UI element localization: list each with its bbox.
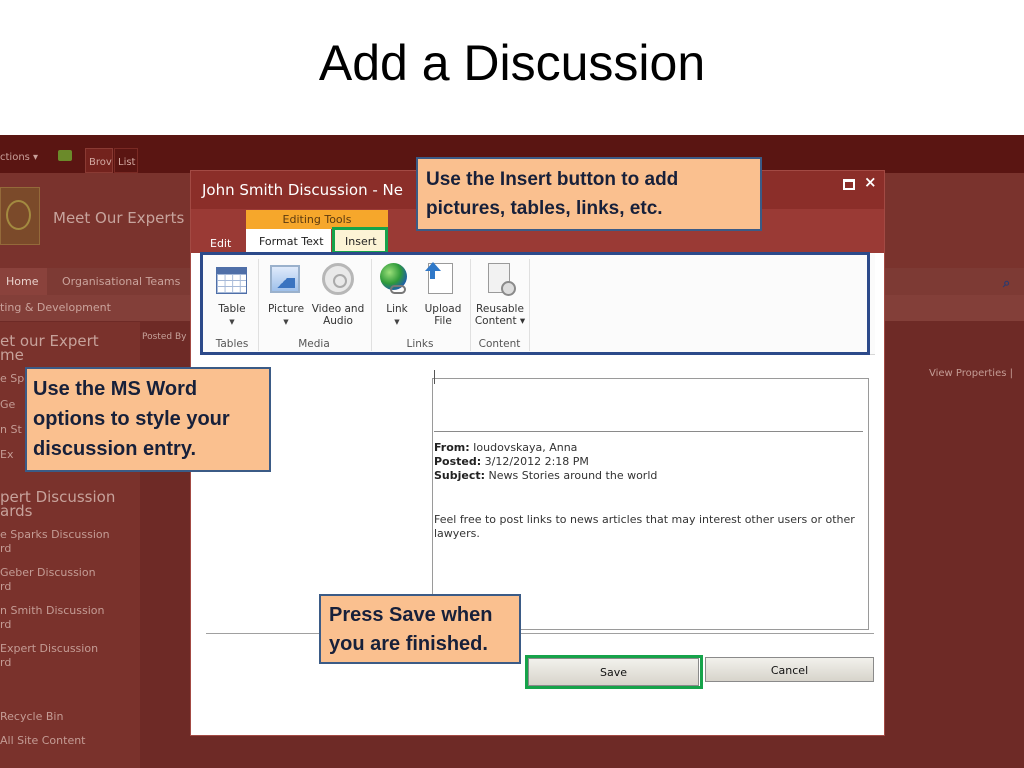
quote-divider [434,431,863,432]
subject-value: News Stories around the world [485,469,658,482]
posted-line: Posted: 3/12/2012 2:18 PM [434,455,589,468]
slide-title: Add a Discussion [318,35,706,91]
tab-format-text[interactable]: Format Text [246,229,331,253]
scales-icon [6,200,31,230]
subject-label: Subject: [434,469,486,482]
quick-launch-item[interactable]: Geber Discussion [0,566,96,579]
ribbon-highlight [200,252,870,355]
callout-insert: Use the Insert button to add pictures, t… [416,157,762,231]
insert-tab-highlight [332,227,388,254]
callout-word: Use the MS Word options to style your di… [25,367,271,472]
quick-launch-item[interactable]: All Site Content [0,734,86,747]
site-actions-menu[interactable]: ctions ▾ [0,152,38,163]
quick-launch-item[interactable]: Ex [0,448,13,461]
from-label: From: [434,441,470,454]
tab-browse[interactable]: Brov [85,148,113,173]
quick-launch-item[interactable]: Recycle Bin [0,710,63,723]
quick-launch-item[interactable]: e Sparks Discussion [0,528,110,541]
site-logo [0,187,40,245]
save-button-highlight [525,655,703,689]
posted-value: 3/12/2012 2:18 PM [481,455,589,468]
posted-label: Posted: [434,455,482,468]
callout-save-line-2: you are finished. [329,633,488,655]
folder-icon [58,150,72,161]
quick-launch-item[interactable]: me [0,346,24,364]
quick-launch-item[interactable]: n St [0,423,22,436]
tab-edit[interactable]: Edit [210,237,231,250]
site-name[interactable]: Meet Our Experts [53,209,184,227]
body-editor[interactable] [432,378,869,630]
nav-teams[interactable]: Organisational Teams [62,275,180,288]
new-item-dialog: John Smith Discussion - Ne × Editing Too… [190,170,885,736]
search-icon[interactable]: ⌕ [1003,276,1010,291]
dialog-divider [206,633,874,634]
quick-launch-item[interactable]: Ge [0,398,15,411]
from-line: From: Ioudovskaya, Anna [434,441,577,454]
callout-insert-line-1: Use the Insert button to add [426,169,679,190]
quick-launch-item[interactable]: ards [0,502,32,520]
maximize-icon[interactable] [843,179,855,190]
callout-save: Press Save when you are finished. [319,594,521,664]
quick-launch-item[interactable]: n Smith Discussion [0,604,105,617]
callout-save-line-1: Press Save when [329,604,493,626]
close-icon[interactable]: × [864,173,877,191]
nav-home[interactable]: Home [0,268,47,295]
callout-word-line-1: Use the MS Word [33,378,198,400]
callout-insert-line-2: pictures, tables, links, etc. [426,198,663,219]
quick-launch-item[interactable]: rd [0,580,11,593]
posted-by-header: Posted By [142,332,187,342]
from-value: Ioudovskaya, Anna [469,441,578,454]
quick-launch-item[interactable]: e Sp [0,372,24,385]
tab-list[interactable]: List [114,148,138,173]
callout-word-line-2: options to style your [33,408,230,430]
quick-launch-item[interactable]: rd [0,542,11,555]
cancel-button[interactable]: Cancel [705,657,874,682]
subject-line: Subject: News Stories around the world [434,469,657,482]
quick-launch-item[interactable]: rd [0,618,11,631]
dialog-title: John Smith Discussion - Ne [202,181,404,199]
message-body: Feel free to post links to news articles… [434,513,855,540]
view-properties-link[interactable]: View Properties | [929,368,1013,379]
callout-word-line-3: discussion entry. [33,438,197,460]
quick-launch-item[interactable]: rd [0,656,11,669]
quick-launch-item[interactable]: Expert Discussion [0,642,98,655]
text-cursor [434,370,435,384]
